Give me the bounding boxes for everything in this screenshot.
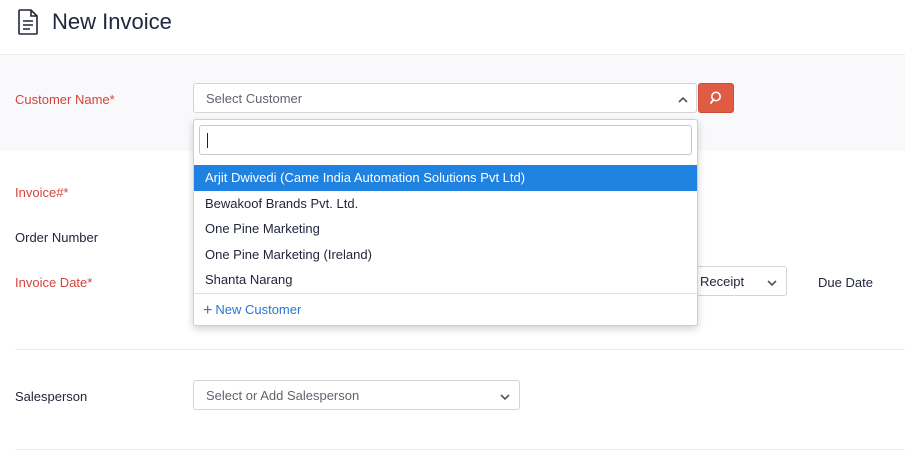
page-title: New Invoice xyxy=(52,9,172,34)
document-icon xyxy=(18,9,38,35)
chevron-down-icon xyxy=(500,394,510,401)
dropdown-divider xyxy=(194,293,697,294)
chevron-down-icon xyxy=(767,280,777,287)
order-number-label: Order Number xyxy=(15,230,99,245)
customer-option[interactable]: One Pine Marketing xyxy=(194,216,697,242)
customer-option[interactable]: One Pine Marketing (Ireland) xyxy=(194,242,697,268)
customer-option[interactable]: Shanta Narang xyxy=(194,267,697,293)
search-icon xyxy=(710,91,721,104)
customer-options-list: Arjit Dwivedi (Came India Automation Sol… xyxy=(194,165,697,293)
customer-select-placeholder: Select Customer xyxy=(206,91,303,106)
customer-dropdown: Arjit Dwivedi (Came India Automation Sol… xyxy=(193,119,698,326)
new-customer-label: New Customer xyxy=(215,302,302,317)
chevron-up-icon xyxy=(678,96,688,103)
due-date-label: Due Date xyxy=(818,275,873,290)
salesperson-label: Salesperson xyxy=(15,389,88,404)
customer-option[interactable]: Bewakoof Brands Pvt. Ltd. xyxy=(194,191,697,217)
invoice-date-label: Invoice Date* xyxy=(15,275,93,290)
customer-search-input[interactable] xyxy=(199,125,692,155)
customer-name-label: Customer Name* xyxy=(15,92,115,107)
text-cursor xyxy=(207,133,208,148)
section-divider xyxy=(15,349,905,350)
plus-icon: + xyxy=(203,302,213,319)
salesperson-select-placeholder: Select or Add Salesperson xyxy=(206,388,360,403)
customer-option[interactable]: Arjit Dwivedi (Came India Automation Sol… xyxy=(194,165,697,191)
section-divider xyxy=(15,449,905,450)
invoice-number-label: Invoice#* xyxy=(15,185,69,200)
new-customer-link[interactable]: + New Customer xyxy=(203,302,301,319)
salesperson-select[interactable]: Select or Add Salesperson xyxy=(193,380,520,410)
terms-select-value: Receipt xyxy=(700,274,745,289)
customer-select[interactable]: Select Customer xyxy=(193,83,697,113)
customer-search-button[interactable] xyxy=(698,83,734,113)
